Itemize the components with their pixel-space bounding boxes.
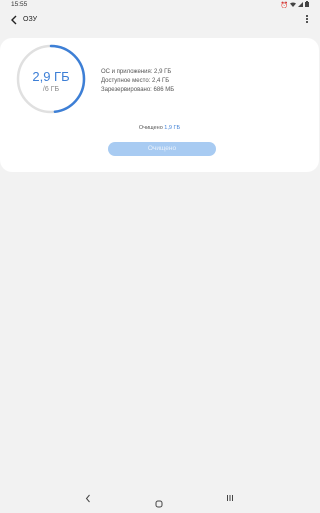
more-options-button[interactable] [303, 14, 311, 26]
clean-button[interactable]: Очищено [108, 142, 216, 156]
memory-card: 2,9 ГБ /6 ГБ ОС и приложения: 2,9 ГБ Дос… [0, 38, 319, 172]
wifi-icon [290, 2, 296, 9]
navigation-bar [0, 490, 319, 510]
status-time: 15:55 [11, 1, 28, 8]
memory-used-value: 2,9 ГБ [32, 69, 70, 84]
memory-details: ОС и приложения: 2,9 ГБ Доступное место:… [101, 68, 174, 95]
memory-total-value: /6 ГБ [42, 86, 60, 93]
nav-recents-icon [227, 495, 233, 501]
battery-icon [305, 1, 309, 9]
reserved-text: Зарезервировано: 686 МБ [101, 87, 175, 93]
available-text: Доступное место: 2,4 ГБ [101, 78, 170, 84]
status-bar: 15:55 ⏰ [0, 0, 319, 11]
back-button[interactable] [8, 14, 20, 26]
nav-back-button[interactable] [85, 494, 91, 505]
cleared-value: 1,9 ГБ [164, 125, 181, 131]
page-title: ОЗУ [23, 16, 38, 23]
nav-home-button[interactable] [155, 495, 163, 508]
more-vertical-icon [306, 15, 308, 23]
signal-icon [298, 1, 303, 9]
os-apps-text: ОС и приложения: 2,9 ГБ [101, 69, 172, 75]
app-bar: ОЗУ [0, 11, 319, 31]
chevron-left-icon [11, 15, 17, 25]
cleared-label: Очищено [138, 125, 163, 131]
status-icons: ⏰ [281, 1, 309, 9]
nav-back-icon [85, 494, 90, 503]
alarm-icon: ⏰ [280, 2, 288, 9]
nav-recents-button[interactable] [226, 494, 234, 504]
cleared-status: Очищено 1,9 ГБ [0, 125, 319, 131]
nav-home-icon [155, 500, 163, 508]
